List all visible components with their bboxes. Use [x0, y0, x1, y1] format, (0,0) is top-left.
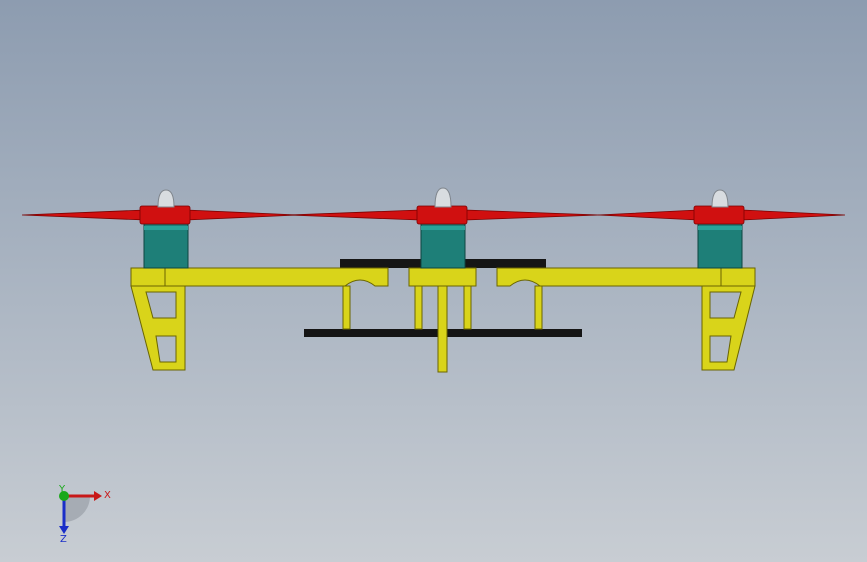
propeller-left[interactable] [21, 205, 299, 225]
x-axis-label: X [104, 490, 111, 501]
x-axis-head [94, 491, 102, 501]
z-axis-head [59, 526, 69, 534]
motor-left[interactable] [143, 223, 189, 269]
y-axis-label: Y [58, 484, 66, 495]
motor-center[interactable] [420, 223, 466, 269]
quadcopter-model[interactable] [0, 0, 867, 562]
frame-arm-bar[interactable] [130, 267, 756, 287]
triad-shadow [64, 496, 90, 522]
motor-right[interactable] [697, 223, 743, 269]
center-pole[interactable] [437, 285, 448, 373]
left-landing-gear[interactable] [130, 285, 186, 371]
right-landing-gear[interactable] [701, 285, 756, 371]
z-axis-label: Z [60, 534, 67, 544]
spinner-left [157, 189, 175, 208]
propeller-center[interactable] [287, 205, 601, 225]
cad-3d-viewport[interactable]: X Y Z [0, 0, 867, 562]
spinner-right [711, 189, 729, 208]
spinner-center [434, 187, 452, 208]
propeller-right[interactable] [597, 205, 846, 225]
coordinate-triad: X Y Z [58, 484, 111, 544]
